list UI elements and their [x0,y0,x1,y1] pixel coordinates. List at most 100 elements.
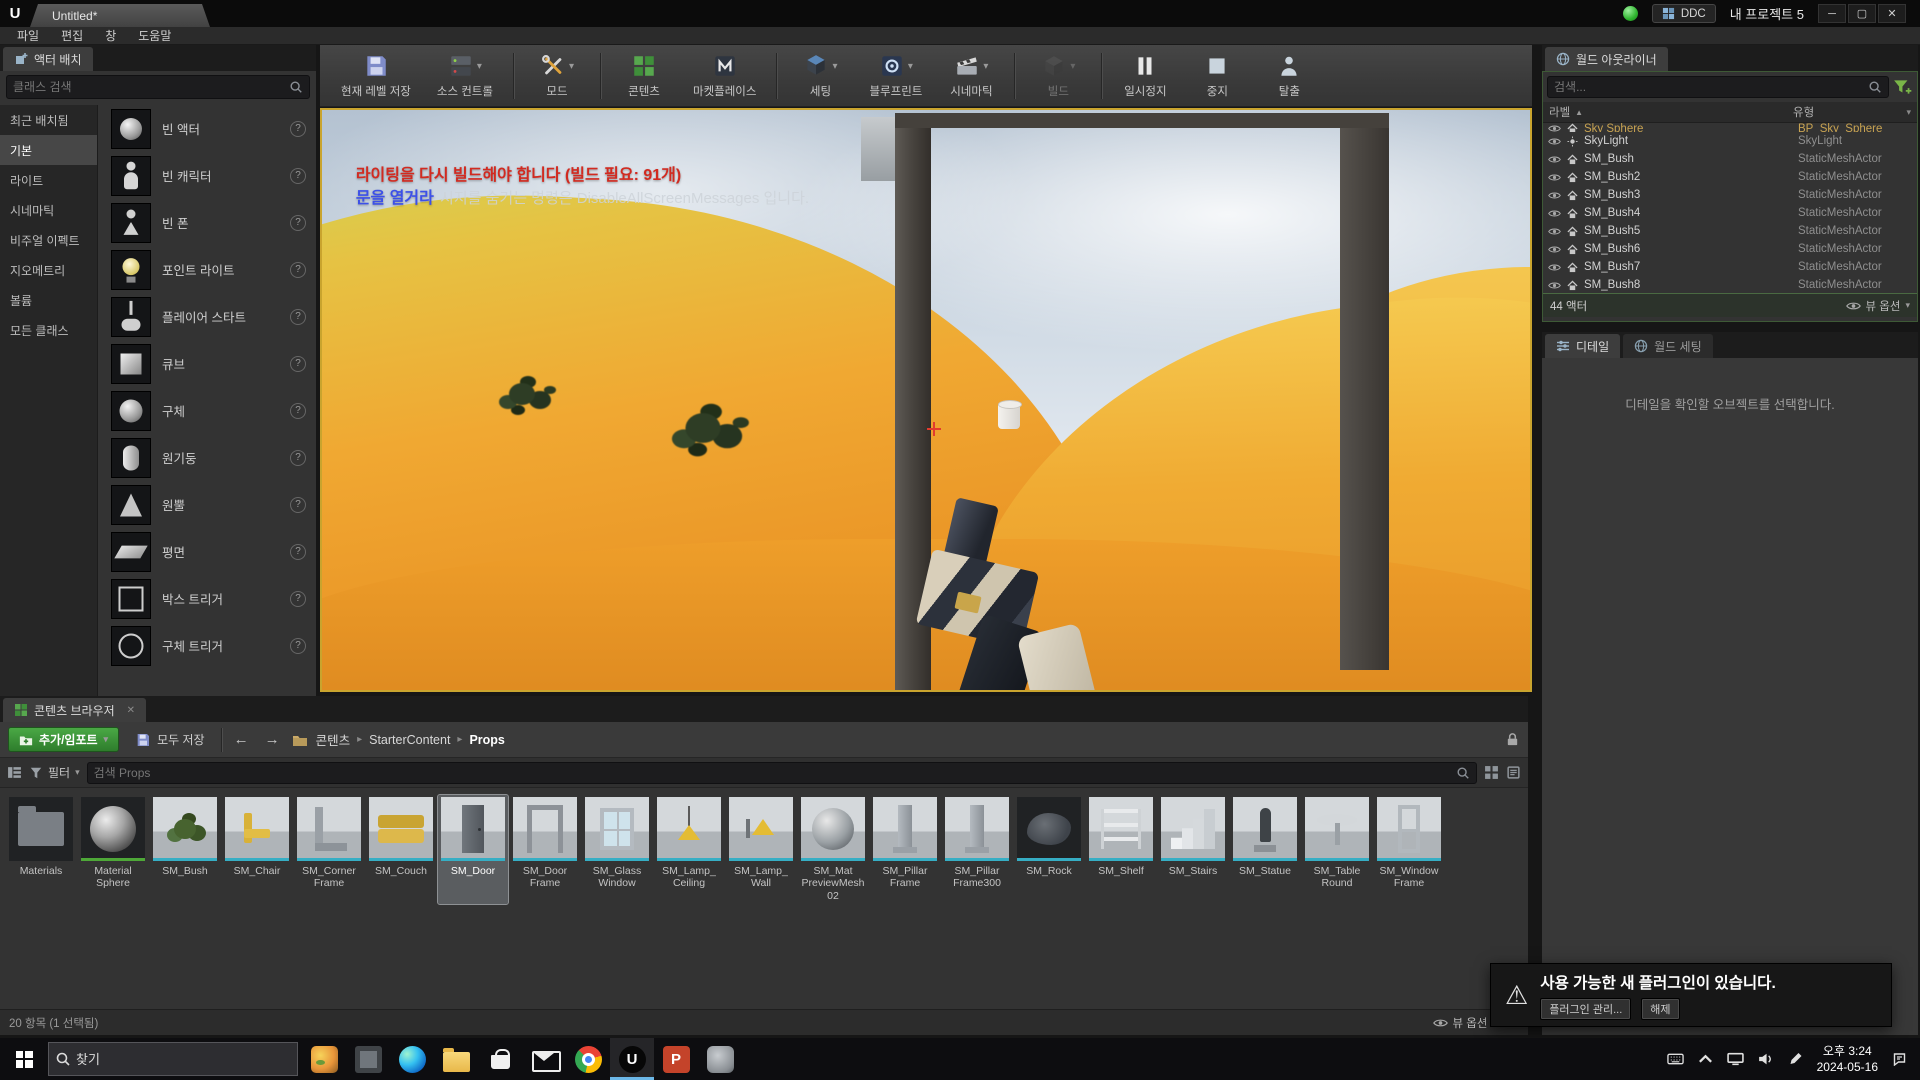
sources-panel-toggle-icon[interactable] [7,765,22,780]
asset-sm-stairs[interactable]: SM_Stairs [1158,795,1228,904]
asset-sm-table-round[interactable]: SM_Table Round [1302,795,1372,904]
place-category-4[interactable]: 비주얼 이펙트 [0,225,97,255]
taskbar-app-powerpoint[interactable] [654,1038,698,1080]
place-item-point-light[interactable]: 포인트 라이트? [98,246,316,293]
outliner-row[interactable]: SM_BushStaticMeshActor [1543,150,1917,168]
forward-button[interactable]: → [261,731,284,748]
asset-search-input[interactable] [94,766,1451,780]
taskbar-app-food-shortcut[interactable] [302,1038,346,1080]
outliner-row[interactable]: SM_Bush7StaticMeshActor [1543,258,1917,276]
tab-place-actors[interactable]: 액터 배치 [3,47,93,71]
toolbar-cinematics-button[interactable]: ▾시네마틱 [935,48,1007,103]
taskbar-app-store[interactable] [478,1038,522,1080]
ddc-button[interactable]: DDC [1652,4,1716,23]
asset-sm-lamp-ceiling[interactable]: SM_Lamp_ Ceiling [654,795,724,904]
pen-icon[interactable] [1787,1052,1804,1066]
tab-world-settings[interactable]: 월드 세팅 [1623,334,1713,358]
outliner-row[interactable]: SM_Bush6StaticMeshActor [1543,240,1917,258]
place-item-sphere[interactable]: 구체? [98,387,316,434]
toolbar-content-button[interactable]: 콘텐츠 [608,48,680,103]
label-column-header[interactable]: 라벨 ▲ [1549,104,1793,120]
outliner-search-input[interactable] [1554,80,1863,94]
taskbar-app-edge[interactable] [390,1038,434,1080]
tab-details[interactable]: 디테일 [1545,334,1620,358]
outliner-row[interactable]: SkyLightSkyLight [1543,132,1917,150]
outliner-row[interactable]: SM_Bush8StaticMeshActor [1543,276,1917,293]
asset-sm-lamp-wall[interactable]: SM_Lamp_ Wall [726,795,796,904]
asset-sm-window-frame[interactable]: SM_Window Frame [1374,795,1444,904]
asset-sm-rock[interactable]: SM_Rock [1014,795,1084,904]
tab-content-browser[interactable]: 콘텐츠 브라우저 ✕ [3,698,146,722]
class-search-input[interactable] [13,80,284,94]
game-viewport[interactable]: 라이팅을 다시 빌드해야 합니다 (빌드 필요: 91개) 문을 열거라 시지를… [320,108,1532,692]
type-column-header[interactable]: 유형 ▾ [1793,104,1911,120]
place-item-box-trigger[interactable]: 박스 트리거? [98,575,316,622]
place-category-1[interactable]: 기본 [0,135,97,165]
place-item-player-start[interactable]: 플레이어 스타트? [98,293,316,340]
asset-materials[interactable]: Materials [6,795,76,904]
asset-sm-glass-window[interactable]: SM_Glass Window [582,795,652,904]
place-category-2[interactable]: 라이트 [0,165,97,195]
asset-sm-door[interactable]: SM_Door [438,795,508,904]
saved-search-icon[interactable] [1484,765,1499,780]
place-category-3[interactable]: 시네마틱 [0,195,97,225]
asset-sm-bush[interactable]: SM_Bush [150,795,220,904]
breadcrumb-2[interactable]: Props [469,733,504,747]
close-icon[interactable]: ✕ [127,705,135,716]
toolbar-settings-button[interactable]: ▾세팅 [784,48,856,103]
place-item-sphere-trigger[interactable]: 구체 트리거? [98,622,316,669]
menu-item-1[interactable]: 편집 [50,27,94,44]
toolbar-stop-button[interactable]: 중지 [1181,48,1253,103]
outliner-row[interactable]: Sky SphereBP_Sky_Sphere [1543,123,1917,132]
network-icon[interactable] [1727,1052,1744,1066]
place-item-empty-pawn[interactable]: 빈 폰? [98,199,316,246]
asset-sm-shelf[interactable]: SM_Shelf [1086,795,1156,904]
asset-sm-chair[interactable]: SM_Chair [222,795,292,904]
minimize-button[interactable]: ─ [1818,4,1846,23]
column-options-icon[interactable]: ▾ [1906,107,1911,118]
place-item-empty-character[interactable]: 빈 캐릭터? [98,152,316,199]
toolbar-save-button[interactable]: 현재 레벨 저장 [328,48,424,103]
outliner-row[interactable]: SM_Bush2StaticMeshActor [1543,168,1917,186]
asset-sm-pillar-frame[interactable]: SM_Pillar Frame [870,795,940,904]
asset-sm-corner-frame[interactable]: SM_Corner Frame [294,795,364,904]
add-import-button[interactable]: 추가/임포트 ▾ [8,727,119,752]
chevron-up-icon[interactable] [1697,1052,1714,1066]
toolbar-eject-button[interactable]: 탈출 [1253,48,1325,103]
toolbar-modes-button[interactable]: ▾모드 [521,48,593,103]
keyboard-icon[interactable] [1667,1052,1684,1066]
place-category-6[interactable]: 볼륨 [0,285,97,315]
place-category-5[interactable]: 지오메트리 [0,255,97,285]
place-item-cylinder[interactable]: 원기둥? [98,434,316,481]
volume-icon[interactable] [1757,1052,1774,1066]
place-category-7[interactable]: 모든 클래스 [0,315,97,345]
tab-world-outliner[interactable]: 월드 아웃라이너 [1545,47,1668,71]
asset-sm-mat-previewmesh-02[interactable]: SM_Mat PreviewMesh 02 [798,795,868,904]
lock-icon[interactable] [1505,732,1520,747]
taskbar-app-misc-app[interactable] [698,1038,742,1080]
place-item-cone[interactable]: 원뿔? [98,481,316,528]
menu-item-0[interactable]: 파일 [6,27,50,44]
breadcrumb-1[interactable]: StarterContent [369,733,450,747]
asset-material-sphere[interactable]: Material Sphere [78,795,148,904]
filter-button[interactable]: 필터 ▾ [29,764,80,781]
outliner-row[interactable]: SM_Bush3StaticMeshActor [1543,186,1917,204]
toolbar-pause-button[interactable]: 일시정지 [1109,48,1181,103]
menu-item-3[interactable]: 도움말 [127,27,182,44]
taskbar-app-file-explorer[interactable] [434,1038,478,1080]
place-item-plane[interactable]: 평면? [98,528,316,575]
asset-sm-pillar-frame300[interactable]: SM_Pillar Frame300 [942,795,1012,904]
taskbar-search-input[interactable] [76,1052,291,1067]
place-item-empty-actor[interactable]: 빈 액터? [98,105,316,152]
save-all-button[interactable]: 모두 저장 [127,727,213,752]
toolbar-blueprints-button[interactable]: ▾블루프린트 [856,48,935,103]
place-category-0[interactable]: 최근 배치됨 [0,105,97,135]
asset-sm-couch[interactable]: SM_Couch [366,795,436,904]
manage-plugins-button[interactable]: 플러그인 관리... [1540,998,1631,1020]
taskbar-app-chrome[interactable] [566,1038,610,1080]
back-button[interactable]: ← [230,731,253,748]
toolbar-source-control-button[interactable]: ▾소스 컨트롤 [424,48,506,103]
taskbar-clock[interactable]: 오후 3:24 2024-05-16 [1817,1043,1878,1075]
dismiss-button[interactable]: 해제 [1641,998,1679,1020]
maximize-button[interactable]: ▢ [1848,4,1876,23]
